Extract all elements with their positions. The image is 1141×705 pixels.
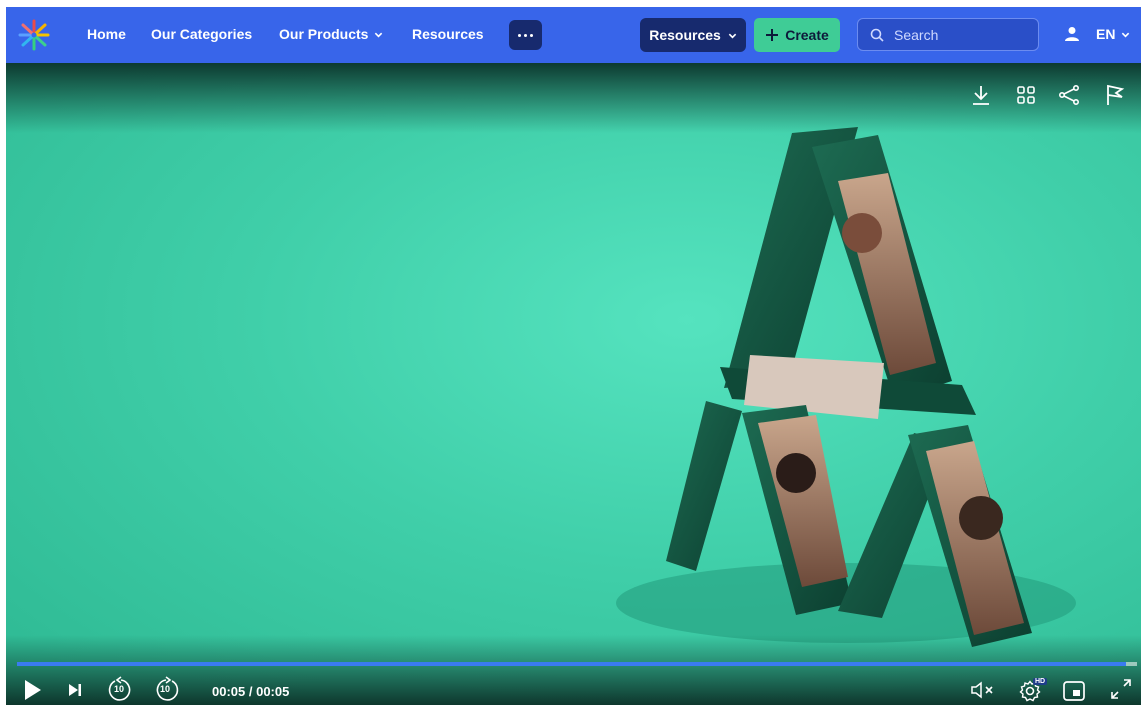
chevron-down-icon: [375, 32, 383, 37]
search-box[interactable]: [857, 18, 1039, 51]
download-icon[interactable]: [969, 83, 993, 107]
asterisk-logo[interactable]: [16, 17, 52, 53]
chevron-down-icon: [728, 33, 737, 38]
nav-our-products[interactable]: Our Products: [279, 26, 383, 42]
more-menu-button[interactable]: [509, 20, 542, 50]
next-icon[interactable]: [68, 683, 82, 697]
plus-icon: [766, 29, 779, 41]
nav-home[interactable]: Home: [87, 26, 126, 42]
progress-bar[interactable]: [17, 662, 1137, 666]
search-input[interactable]: [892, 25, 1022, 44]
fullscreen-icon[interactable]: [1109, 677, 1133, 701]
rewind-10-button[interactable]: 10: [107, 676, 135, 705]
user-icon[interactable]: [1064, 26, 1080, 42]
time-display: 00:05 / 00:05: [212, 684, 290, 699]
ellipsis-icon: [518, 33, 521, 37]
nav-our-categories[interactable]: Our Categories: [151, 26, 252, 42]
pip-icon[interactable]: [1063, 681, 1085, 701]
chevron-down-icon: [1122, 32, 1130, 37]
grid-icon[interactable]: [1014, 83, 1038, 107]
create-label: Create: [785, 27, 829, 43]
create-button[interactable]: Create: [754, 18, 840, 52]
search-icon: [870, 28, 884, 42]
hd-badge: HD: [1033, 678, 1048, 685]
progress-fill: [17, 662, 1126, 666]
video-player[interactable]: 10 10 00:05 / 00:05 HD: [6, 63, 1141, 705]
video-frame: [616, 127, 1076, 647]
rewind-10-label: 10: [114, 684, 125, 694]
app-window: Home Our Categories Our Products Resourc…: [6, 7, 1141, 705]
top-navbar: Home Our Categories Our Products Resourc…: [6, 7, 1141, 63]
share-icon[interactable]: [1057, 83, 1081, 107]
play-icon[interactable]: [24, 679, 42, 701]
mute-icon[interactable]: [970, 681, 998, 699]
forward-10-button[interactable]: 10: [152, 676, 180, 705]
language-selector[interactable]: EN: [1096, 26, 1130, 42]
forward-10-label: 10: [160, 684, 171, 694]
flag-icon[interactable]: [1103, 83, 1127, 107]
nav-resources[interactable]: Resources: [412, 26, 484, 42]
resources-dropdown-button[interactable]: Resources: [640, 18, 746, 52]
language-label: EN: [1096, 26, 1116, 42]
resources-dropdown-label: Resources: [649, 27, 721, 43]
